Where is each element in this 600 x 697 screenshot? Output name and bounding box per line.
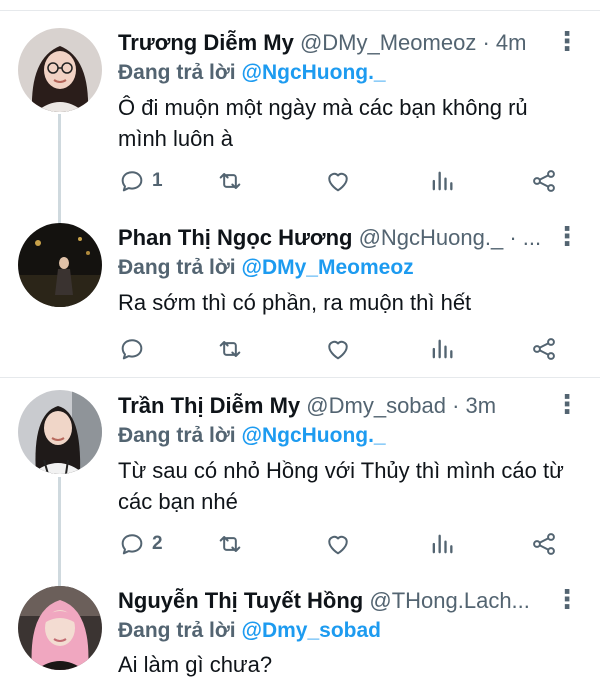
avatar[interactable]	[18, 586, 102, 670]
display-name[interactable]: Nguyễn Thị Tuyết Hồng	[118, 588, 363, 613]
replying-to: Đang trả lời @Dmy_sobad	[118, 616, 381, 646]
reply-tweet[interactable]: Nguyễn Thị Tuyết Hồng @THong.Lach... ⋮ Đ…	[0, 0, 600, 697]
more-vertical-icon[interactable]: ⋮	[554, 586, 580, 616]
handle-and-time[interactable]: @THong.Lach...	[369, 588, 530, 613]
tweet-text: Ai làm gì chưa?	[118, 652, 273, 677]
replying-to-label: Đang trả lời	[118, 619, 236, 642]
mention-link[interactable]: @Dmy_sobad	[241, 619, 381, 642]
tweet-header: Nguyễn Thị Tuyết Hồng @THong.Lach...	[118, 584, 550, 618]
avatar-woman-pink-hair	[18, 586, 102, 670]
